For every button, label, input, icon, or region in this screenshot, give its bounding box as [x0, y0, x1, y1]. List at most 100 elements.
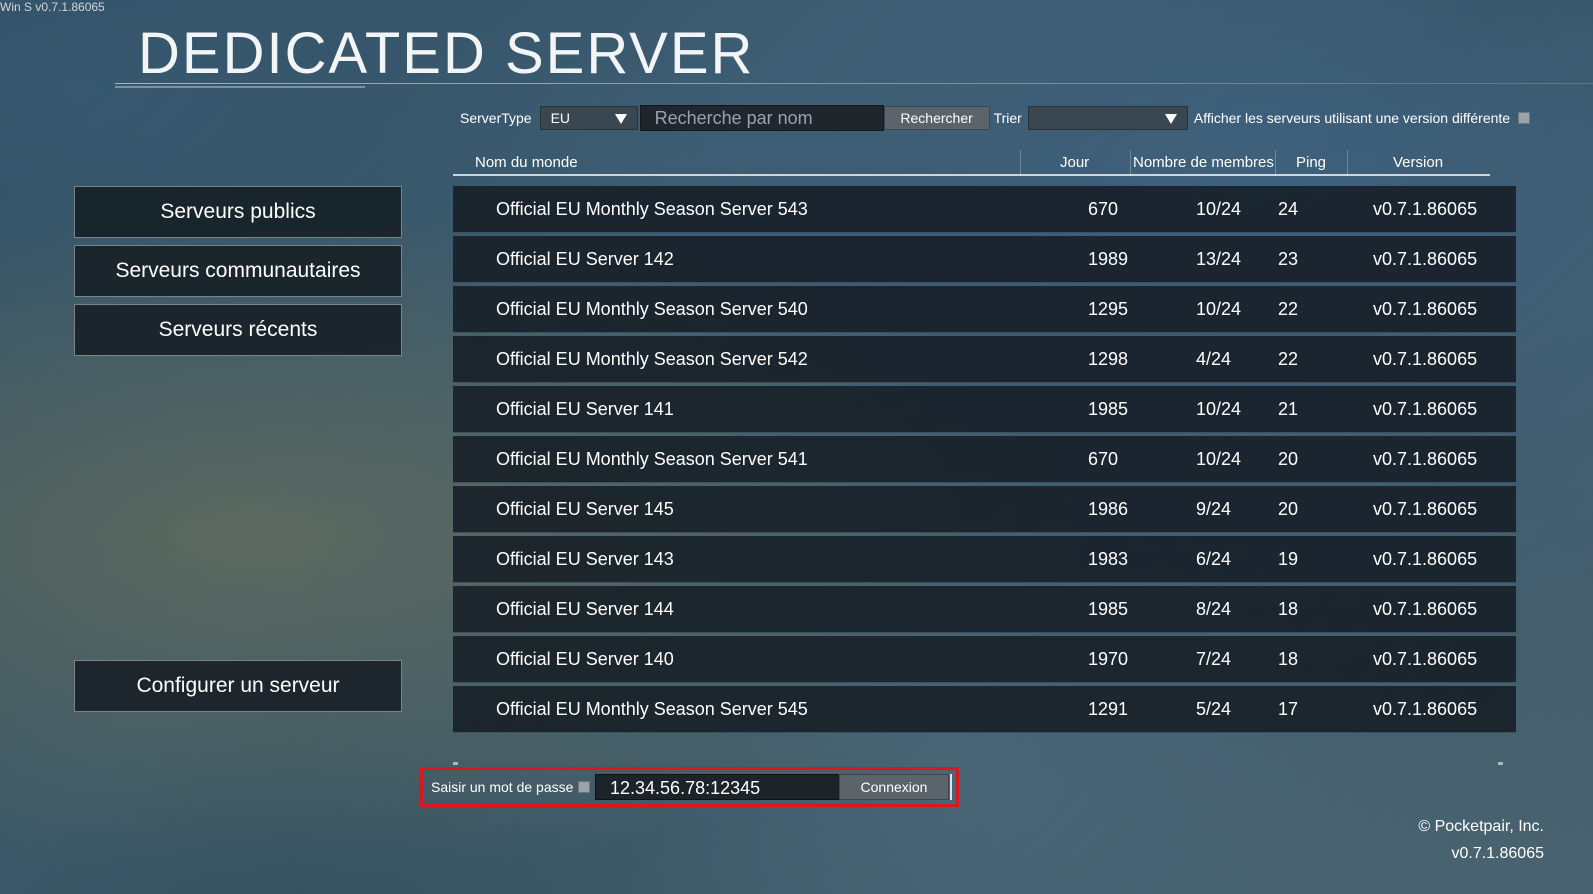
build-version-label: Win S v0.7.1.86065: [0, 0, 105, 14]
server-type-label: ServerType: [460, 110, 532, 126]
server-ping: 19: [1278, 549, 1299, 569]
server-day: 1985: [1088, 399, 1129, 419]
server-address-input[interactable]: 12.34.56.78:12345: [595, 774, 841, 800]
server-ping: 20: [1278, 499, 1299, 519]
title-divider-accent: [115, 86, 365, 88]
search-button[interactable]: Rechercher: [883, 106, 990, 130]
server-ping: 24: [1278, 199, 1299, 219]
server-version: v0.7.1.86065: [1373, 649, 1478, 669]
server-ping: 23: [1278, 249, 1299, 269]
server-members: 13/24: [1196, 249, 1242, 269]
table-row[interactable]: Official EU Monthly Season Server 542 12…: [453, 336, 1516, 383]
server-members: 10/24: [1196, 299, 1242, 319]
search-input[interactable]: Recherche par nom: [639, 105, 884, 131]
server-day: 1295: [1088, 299, 1129, 319]
server-ping: 22: [1278, 349, 1299, 369]
server-members: 10/24: [1196, 199, 1242, 219]
table-row[interactable]: Official EU Server 143 1983 6/24 19 v0.7…: [453, 536, 1516, 583]
server-version: v0.7.1.86065: [1373, 599, 1478, 619]
configure-server-button[interactable]: Configurer un serveur: [74, 660, 402, 712]
server-table-header: Nom du monde Jour Nombre de membres Ping…: [453, 150, 1490, 176]
server-day: 1298: [1088, 349, 1129, 369]
table-row[interactable]: Official EU Monthly Season Server 543 67…: [453, 186, 1516, 233]
server-ping: 20: [1278, 449, 1299, 469]
sidebar-item-recent-servers[interactable]: Serveurs récents: [74, 304, 402, 356]
scrollbar-marker: [1498, 762, 1503, 765]
table-row[interactable]: Official EU Monthly Season Server 545 12…: [453, 686, 1516, 733]
server-version: v0.7.1.86065: [1373, 349, 1478, 369]
server-day: 1970: [1088, 649, 1129, 669]
server-type-value: EU: [550, 110, 571, 126]
page-title: DEDICATED SERVER: [138, 21, 755, 86]
copyright-text: © Pocketpair, Inc.: [1418, 818, 1544, 835]
server-day: 1986: [1088, 499, 1129, 519]
server-members: 8/24: [1196, 599, 1232, 619]
server-ping: 18: [1278, 649, 1299, 669]
column-separator: [1020, 150, 1021, 176]
server-day: 1291: [1088, 699, 1129, 719]
server-version: v0.7.1.86065: [1373, 299, 1478, 319]
server-name: Official EU Monthly Season Server 542: [496, 349, 808, 369]
server-ping: 17: [1278, 699, 1299, 719]
scrollbar-marker: [453, 762, 458, 765]
server-members: 7/24: [1196, 649, 1232, 669]
column-separator: [1347, 150, 1348, 176]
server-version: v0.7.1.86065: [1373, 699, 1478, 719]
server-ping: 21: [1278, 399, 1299, 419]
column-separator: [1130, 150, 1131, 176]
server-members: 5/24: [1196, 699, 1232, 719]
server-members: 10/24: [1196, 399, 1242, 419]
table-row[interactable]: Official EU Monthly Season Server 540 12…: [453, 286, 1516, 333]
table-row[interactable]: Official EU Server 141 1985 10/24 21 v0.…: [453, 386, 1516, 433]
server-day: 670: [1088, 199, 1119, 219]
server-day: 1985: [1088, 599, 1129, 619]
connect-button[interactable]: Connexion: [839, 774, 949, 800]
server-name: Official EU Monthly Season Server 541: [496, 449, 808, 469]
server-name: Official EU Server 144: [496, 599, 674, 619]
server-list: Official EU Monthly Season Server 543 67…: [453, 186, 1516, 736]
server-day: 1989: [1088, 249, 1129, 269]
table-row[interactable]: Official EU Server 144 1985 8/24 18 v0.7…: [453, 586, 1516, 633]
server-members: 9/24: [1196, 499, 1232, 519]
column-header-day[interactable]: Jour: [1060, 154, 1089, 171]
sort-dropdown[interactable]: [1027, 106, 1188, 130]
server-type-dropdown[interactable]: EU: [539, 106, 638, 130]
server-name: Official EU Server 141: [496, 399, 674, 419]
server-day: 1983: [1088, 549, 1129, 569]
server-name: Official EU Monthly Season Server 543: [496, 199, 808, 219]
table-row[interactable]: Official EU Server 145 1986 9/24 20 v0.7…: [453, 486, 1516, 533]
server-members: 4/24: [1196, 349, 1232, 369]
server-name: Official EU Server 142: [496, 249, 674, 269]
password-label: Saisir un mot de passe: [431, 779, 574, 795]
column-header-members[interactable]: Nombre de membres: [1133, 154, 1274, 171]
direct-connect-panel: Saisir un mot de passe 12.34.56.78:12345…: [420, 767, 959, 807]
server-version: v0.7.1.86065: [1373, 399, 1478, 419]
server-name: Official EU Monthly Season Server 540: [496, 299, 808, 319]
title-divider: [115, 83, 1593, 84]
server-version: v0.7.1.86065: [1373, 499, 1478, 519]
column-header-name[interactable]: Nom du monde: [475, 154, 578, 171]
password-checkbox[interactable]: [578, 781, 590, 793]
server-version: v0.7.1.86065: [1373, 249, 1478, 269]
server-day: 670: [1088, 449, 1119, 469]
sidebar-item-community-servers[interactable]: Serveurs communautaires: [74, 245, 402, 297]
server-version: v0.7.1.86065: [1373, 449, 1478, 469]
table-row[interactable]: Official EU Monthly Season Server 541 67…: [453, 436, 1516, 483]
server-members: 10/24: [1196, 449, 1242, 469]
column-header-ping[interactable]: Ping: [1296, 154, 1326, 171]
chevron-down-icon: [614, 114, 627, 124]
table-row[interactable]: Official EU Server 140 1970 7/24 18 v0.7…: [453, 636, 1516, 683]
column-separator: [1275, 150, 1276, 176]
server-members: 6/24: [1196, 549, 1232, 569]
input-caret: [950, 774, 952, 800]
sort-label: Trier: [993, 110, 1022, 126]
chevron-down-icon: [1164, 114, 1177, 124]
sidebar-item-public-servers[interactable]: Serveurs publics: [74, 186, 402, 238]
table-row[interactable]: Official EU Server 142 1989 13/24 23 v0.…: [453, 236, 1516, 283]
header-underline: [453, 174, 1490, 176]
show-other-versions-label: Afficher les serveurs utilisant une vers…: [1193, 110, 1511, 126]
server-version: v0.7.1.86065: [1373, 199, 1478, 219]
show-other-versions-checkbox[interactable]: [1518, 112, 1531, 124]
column-header-version[interactable]: Version: [1393, 154, 1443, 171]
server-ping: 18: [1278, 599, 1299, 619]
